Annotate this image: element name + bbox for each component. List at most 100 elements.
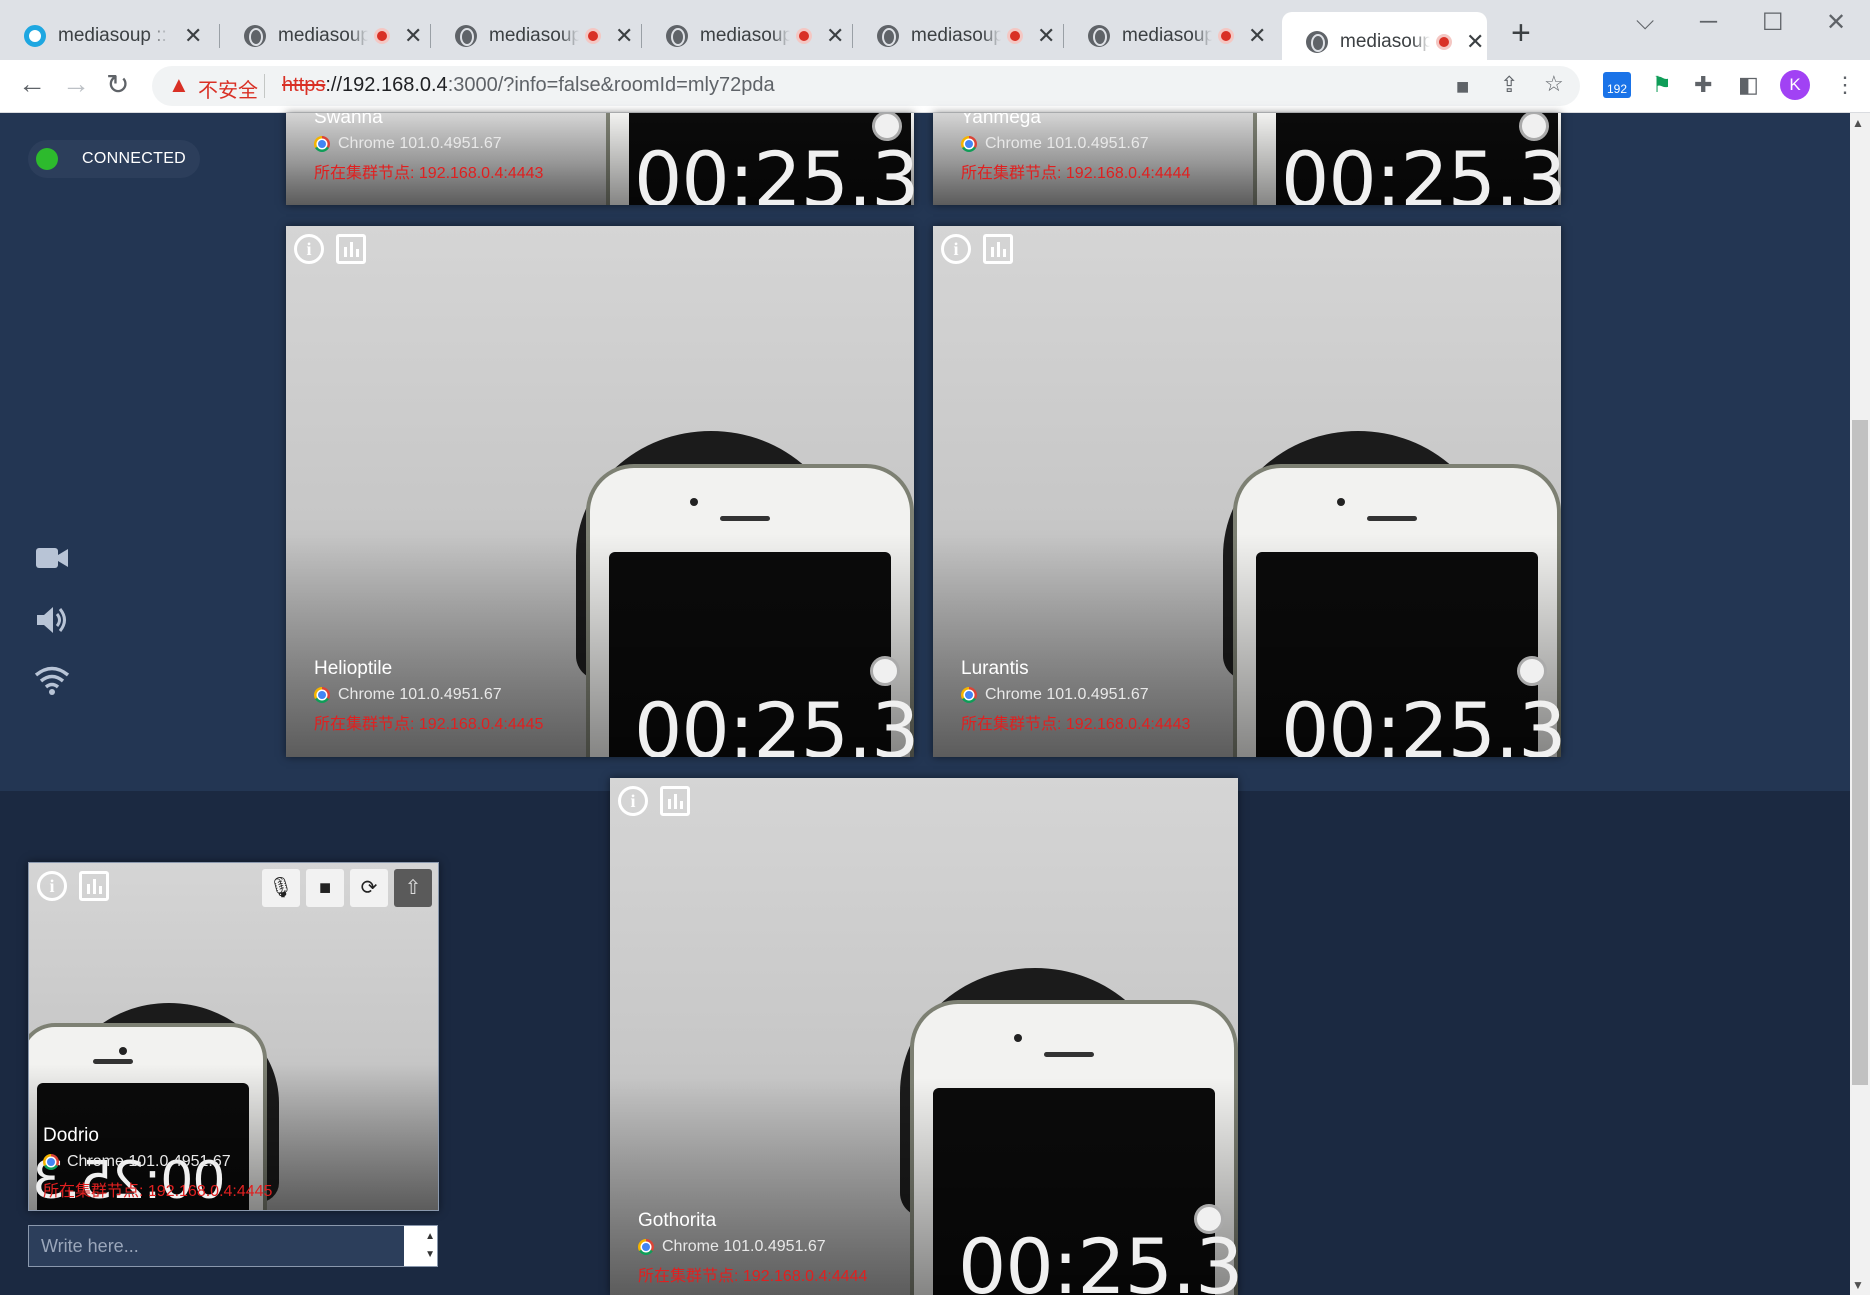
peer-device-label: Chrome 101.0.4951.67 <box>985 686 1149 703</box>
globe-icon <box>1088 25 1110 47</box>
tab-title: mediasoup <box>700 25 790 46</box>
page-scrollbar-thumb[interactable] <box>1852 420 1868 1085</box>
tab-title: mediasoup <box>278 25 368 46</box>
extension-flag-icon[interactable]: ⚑ <box>1652 72 1672 98</box>
extension-badge-icon[interactable]: 192 <box>1603 72 1631 98</box>
me-cluster-node: 所在集群节点: 192.168.0.4:4445 <box>43 1183 273 1200</box>
peer-tile-yanmega: 00:25.37 Yanmega Chrome 101.0.4951.67 所在… <box>933 113 1561 205</box>
profile-avatar[interactable]: K <box>1780 70 1810 100</box>
peer-icons: i <box>618 786 690 816</box>
peer-device-label: Chrome 101.0.4951.67 <box>985 135 1149 152</box>
recording-indicator-icon <box>1007 28 1023 44</box>
stopwatch-knob <box>1517 656 1547 686</box>
phone-camera <box>1337 498 1345 506</box>
phone-camera <box>119 1047 127 1055</box>
camera-icon[interactable]: ■ <box>306 869 344 907</box>
scroll-down-arrow-icon[interactable]: ▼ <box>1852 1278 1864 1292</box>
microphone-icon[interactable]: 🎙 <box>262 869 300 907</box>
close-tab-icon[interactable]: ✕ <box>826 23 844 49</box>
browser-tab-3[interactable]: mediasoup ✕ <box>431 12 642 60</box>
forward-arrow-icon[interactable]: → <box>62 68 90 100</box>
stats-icon[interactable] <box>336 234 366 264</box>
peer-name: Lurantis <box>961 658 1029 679</box>
minimize-window-button[interactable]: ─ <box>1700 8 1717 36</box>
peer-name: Helioptile <box>314 658 393 679</box>
share-icon[interactable]: ⇪ <box>1500 72 1518 98</box>
phone-speaker <box>720 516 770 521</box>
security-label[interactable]: 不安全 <box>198 74 258 103</box>
chat-stepper-arrows-icon[interactable]: ▲ ▼ <box>425 1228 435 1264</box>
peer-tile-helioptile: 00:25.33 i Helioptile Chrome 101.0.4951.… <box>286 226 914 757</box>
me-controls: 🎙 ■ ⟳ ⇧ <box>262 869 432 907</box>
video-camera-icon[interactable] <box>32 538 72 578</box>
camera-in-use-icon[interactable]: ■ <box>1456 74 1469 100</box>
globe-icon <box>877 25 899 47</box>
stopwatch-readout: 00:25.33 <box>634 135 914 205</box>
back-arrow-icon[interactable]: ← <box>18 68 46 100</box>
phone-camera <box>1014 1034 1022 1042</box>
peer-device: Chrome 101.0.4951.67 <box>314 686 543 704</box>
extensions-puzzle-icon[interactable]: ✚ <box>1694 72 1712 98</box>
tab-title: mediasoup <box>489 25 579 46</box>
bookmark-star-icon[interactable]: ☆ <box>1544 71 1564 97</box>
globe-icon <box>455 25 477 47</box>
maximize-window-button[interactable]: ☐ <box>1762 8 1784 37</box>
browser-tab-1[interactable]: mediasoup :: A ✕ <box>0 12 220 60</box>
more-menu-icon[interactable]: ⋮ <box>1834 72 1856 98</box>
recording-indicator-icon <box>585 28 601 44</box>
url-scheme: https <box>282 74 326 96</box>
stats-icon[interactable] <box>660 786 690 816</box>
me-device-label: Chrome 101.0.4951.67 <box>67 1153 231 1170</box>
new-tab-button[interactable]: + <box>1511 14 1531 53</box>
address-bar[interactable]: ▲ 不安全 https://192.168.0.4:3000/?info=fal… <box>152 66 1580 106</box>
phone-speaker <box>93 1059 133 1064</box>
chrome-icon <box>314 687 330 703</box>
close-tab-icon[interactable]: ✕ <box>1037 23 1055 49</box>
recording-indicator-icon <box>1218 28 1234 44</box>
peer-device-label: Chrome 101.0.4951.67 <box>338 135 502 152</box>
info-icon[interactable]: i <box>618 786 648 816</box>
browser-tab-4[interactable]: mediasoup ✕ <box>642 12 853 60</box>
peer-cluster-node: 所在集群节点: 192.168.0.4:4445 <box>314 716 544 733</box>
peer-cluster-node: 所在集群节点: 192.168.0.4:4443 <box>961 716 1191 733</box>
side-panel-icon[interactable]: ◧ <box>1738 72 1759 98</box>
reload-icon[interactable]: ↻ <box>106 68 129 101</box>
close-tab-icon[interactable]: ✕ <box>404 23 422 49</box>
close-tab-icon[interactable]: ✕ <box>184 23 202 49</box>
me-device: Chrome 101.0.4951.67 <box>43 1153 272 1171</box>
peer-device: Chrome 101.0.4951.67 <box>314 135 543 153</box>
stats-icon[interactable] <box>983 234 1013 264</box>
url-path: :3000/?info=false&roomId=mly72pda <box>447 74 775 96</box>
chrome-icon <box>638 1239 654 1255</box>
peer-tile-lurantis: 00:25.37 i Lurantis Chrome 101.0.4951.67… <box>933 226 1561 757</box>
me-tile: 00:25.3 i 🎙 ■ ⟳ ⇧ Dodrio Chrome 101.0.49… <box>28 862 439 1211</box>
speaker-icon[interactable] <box>32 600 72 640</box>
scroll-up-arrow-icon[interactable]: ▲ <box>1852 116 1864 130</box>
warning-triangle-icon: ▲ <box>168 72 190 97</box>
info-icon[interactable]: i <box>37 871 67 901</box>
peer-tile-gothorita: 00:25.32 i Gothorita Chrome 101.0.4951.6… <box>610 778 1238 1295</box>
switch-camera-icon[interactable]: ⟳ <box>350 869 388 907</box>
stats-icon[interactable] <box>79 871 109 901</box>
close-tab-icon[interactable]: ✕ <box>615 23 633 49</box>
tab-search-chevron-icon[interactable]: ⌵ <box>1636 8 1654 36</box>
peer-icons: i <box>294 234 366 264</box>
peer-info: Lurantis Chrome 101.0.4951.67 所在集群节点: 19… <box>961 658 1190 734</box>
wifi-icon[interactable] <box>32 660 72 700</box>
chat-box: ▲▼ <box>28 1225 438 1267</box>
browser-tab-5[interactable]: mediasoup ✕ <box>853 12 1064 60</box>
close-tab-icon[interactable]: ✕ <box>1466 29 1484 55</box>
recording-indicator-icon <box>796 28 812 44</box>
chat-input[interactable] <box>29 1226 404 1266</box>
url-text[interactable]: https://192.168.0.4:3000/?info=false&roo… <box>282 74 775 97</box>
close-tab-icon[interactable]: ✕ <box>1248 23 1266 49</box>
close-window-button[interactable]: ✕ <box>1826 8 1846 37</box>
info-icon[interactable]: i <box>294 234 324 264</box>
chrome-icon <box>961 687 977 703</box>
browser-tab-2[interactable]: mediasoup ✕ <box>220 12 431 60</box>
share-screen-icon[interactable]: ⇧ <box>394 869 432 907</box>
browser-tab-6[interactable]: mediasoup ✕ <box>1064 12 1275 60</box>
stopwatch-readout: 00:25.33 <box>634 686 914 757</box>
info-icon[interactable]: i <box>941 234 971 264</box>
peer-icons: i <box>941 234 1013 264</box>
